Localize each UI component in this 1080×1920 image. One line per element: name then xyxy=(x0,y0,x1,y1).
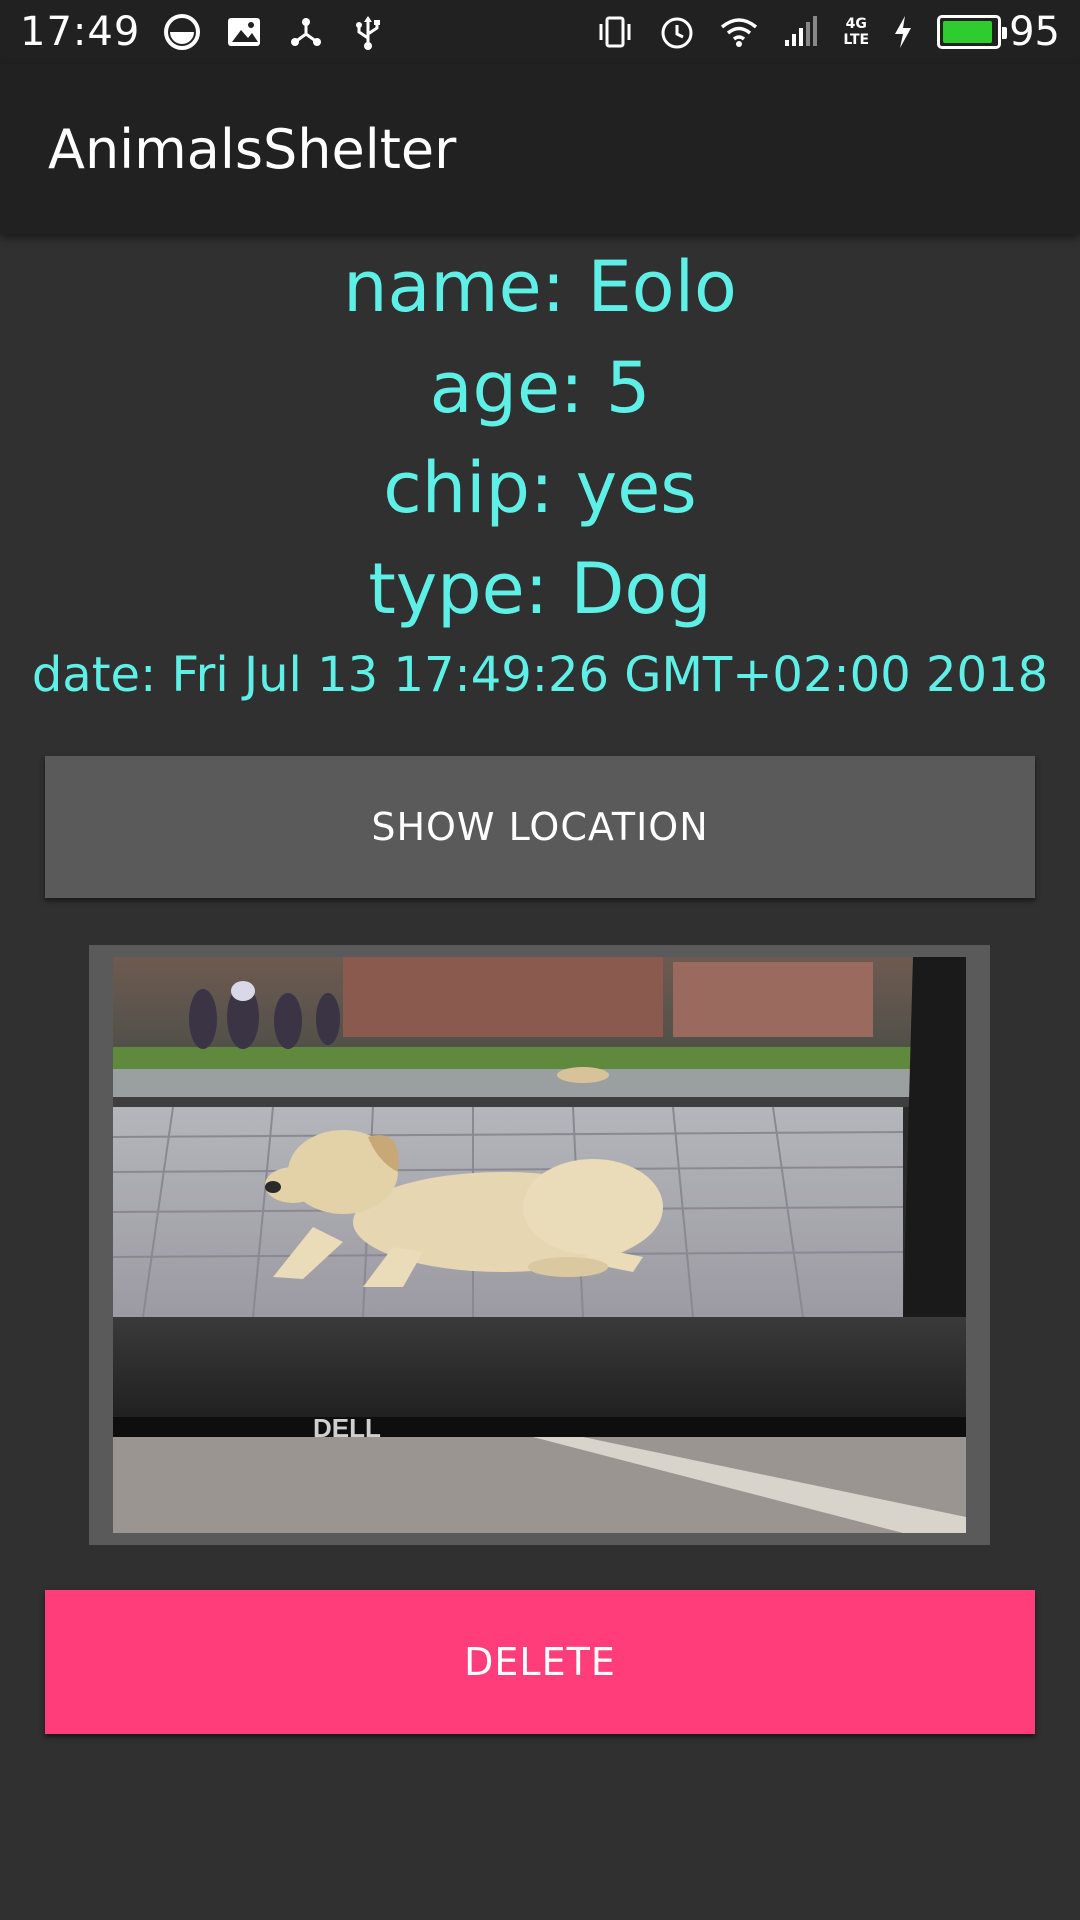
animal-date: date: Fri Jul 13 17:49:26 GMT+02:00 2018 xyxy=(31,647,1049,703)
delete-button[interactable]: DELETE xyxy=(45,1590,1035,1734)
network-type: 4G LTE xyxy=(843,16,870,48)
alarm-icon xyxy=(657,12,697,52)
animal-photo: DELL xyxy=(113,957,966,1533)
animal-age: age: 5 xyxy=(429,347,651,429)
battery-icon xyxy=(937,15,1008,49)
animal-type: type: Dog xyxy=(368,548,712,630)
usb-icon xyxy=(348,12,388,52)
vibrate-icon xyxy=(595,12,635,52)
status-right: 4G LTE 95 xyxy=(595,9,1060,55)
image-icon xyxy=(224,12,264,52)
signal-icon xyxy=(781,12,821,52)
app-bar: AnimalsShelter xyxy=(0,64,1080,234)
app-title: AnimalsShelter xyxy=(48,117,457,181)
wifi-icon xyxy=(719,12,759,52)
animal-photo-frame: DELL xyxy=(89,945,990,1545)
status-bar: 17:49 4G LTE 95 xyxy=(0,0,1080,64)
battery-indicator: 95 xyxy=(937,9,1060,55)
animal-chip: chip: yes xyxy=(383,447,697,529)
show-location-button[interactable]: SHOW LOCATION xyxy=(45,756,1035,898)
data-saver-icon xyxy=(162,12,202,52)
charging-icon xyxy=(891,12,915,52)
status-left: 17:49 xyxy=(20,9,388,55)
share-icon xyxy=(286,12,326,52)
animal-name: name: Eolo xyxy=(343,246,737,328)
battery-level xyxy=(943,21,993,43)
status-time: 17:49 xyxy=(20,9,141,55)
battery-percent: 95 xyxy=(1009,9,1060,55)
